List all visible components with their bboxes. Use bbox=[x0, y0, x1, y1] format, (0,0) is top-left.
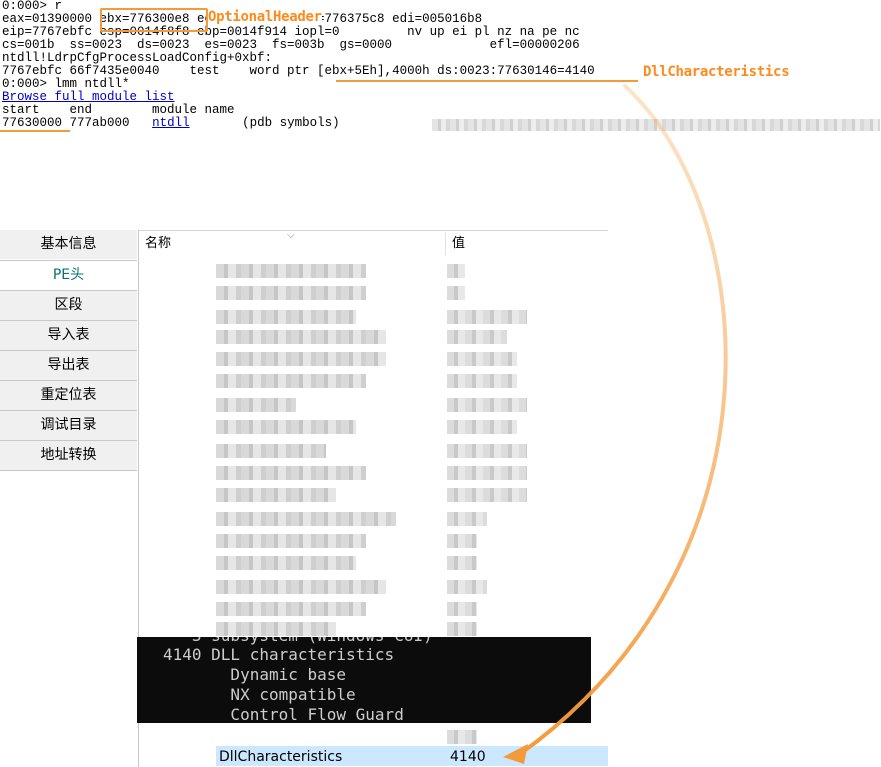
listview-top-border bbox=[139, 230, 608, 231]
tab-debug-directory[interactable]: 调试目录 bbox=[0, 410, 137, 440]
module-start-underline bbox=[0, 130, 70, 132]
tab-sections[interactable]: 区段 bbox=[0, 290, 137, 320]
dll-characteristics-annotation: DllCharacteristics bbox=[643, 64, 790, 80]
module-list-row: 77630000 777ab000 ntdll (pdb symbols) bbox=[2, 117, 340, 130]
selected-row-name: DllCharacteristics bbox=[219, 749, 343, 765]
tab-bar-divider bbox=[0, 470, 137, 471]
module-name-link[interactable]: ntdll bbox=[152, 116, 190, 130]
windbg-console: 0:000> r eax=01390000 ebx=776300e8 ecx=7… bbox=[0, 0, 881, 140]
dumpbin-line-nx-compatible: NX compatible bbox=[163, 685, 356, 704]
redacted-text-blur bbox=[432, 119, 880, 131]
optional-header-annotation: OptionalHeader bbox=[208, 9, 322, 25]
column-separator[interactable] bbox=[445, 233, 446, 255]
dumpbin-line-cfg: Control Flow Guard bbox=[163, 705, 404, 723]
tab-export-table[interactable]: 导出表 bbox=[0, 350, 137, 380]
selected-row-value: 4140 bbox=[450, 749, 486, 765]
dumpbin-output-panel: 3 subsystem (Windows CUI) 4140 DLL chara… bbox=[137, 637, 591, 723]
tab-basic-info[interactable]: 基本信息 bbox=[0, 230, 137, 259]
column-header-value[interactable]: 值 bbox=[452, 233, 602, 255]
dumpbin-line-dll-characteristics: 4140 DLL characteristics bbox=[163, 645, 395, 664]
tab-address-conversion[interactable]: 地址转换 bbox=[0, 440, 137, 470]
module-end-address: 777ab000 bbox=[69, 116, 130, 130]
column-header-name[interactable]: 名称 bbox=[145, 233, 445, 255]
tab-pe-header[interactable]: PE头 bbox=[0, 260, 137, 290]
dumpbin-line-dynamic-base: Dynamic base bbox=[163, 665, 347, 684]
module-start-address: 77630000 bbox=[2, 116, 63, 130]
module-symbols-status: (pdb symbols) bbox=[242, 116, 340, 130]
ds-value-underline bbox=[336, 80, 638, 82]
tab-relocation-table[interactable]: 重定位表 bbox=[0, 380, 137, 410]
pe-viewer-tab-bar: 基本信息 PE头 区段 导入表 导出表 重定位表 调试目录 地址转换 bbox=[0, 230, 139, 767]
tab-import-table[interactable]: 导入表 bbox=[0, 320, 137, 350]
ebx-highlight-box bbox=[100, 8, 208, 32]
